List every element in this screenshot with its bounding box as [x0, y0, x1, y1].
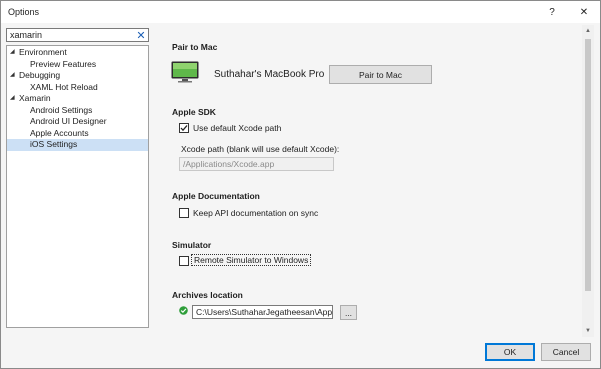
- tree-node-debugging[interactable]: ◢ Debugging: [7, 70, 148, 82]
- window-title: Options: [8, 7, 40, 17]
- tree-node-android-ui-designer[interactable]: Android UI Designer: [7, 116, 148, 128]
- checkmark-icon: [180, 125, 188, 132]
- tree-node-label: Apple Accounts: [30, 127, 89, 138]
- archives-location-heading: Archives location: [172, 290, 243, 300]
- collapse-arrow-icon[interactable]: ◢: [10, 47, 18, 59]
- options-tree: ◢ Environment Preview Features ◢ Debuggi…: [6, 45, 149, 328]
- remote-simulator-label: Remote Simulator to Windows: [190, 254, 312, 266]
- tree-node-label: Environment: [19, 47, 67, 57]
- mac-name: Suthahar's MacBook Pro: [214, 69, 325, 80]
- tree-node-label: Debugging: [19, 70, 61, 80]
- collapse-arrow-icon[interactable]: ◢: [10, 70, 18, 82]
- tree-node-ios-settings[interactable]: iOS Settings: [7, 139, 148, 151]
- archives-path-input[interactable]: C:\Users\SuthaharJegatheesan\AppData\: [192, 305, 333, 319]
- tree-node-label: XAML Hot Reload: [30, 81, 98, 92]
- tree-node-preview-features[interactable]: Preview Features: [7, 59, 148, 71]
- options-search-input[interactable]: xamarin ✕: [6, 28, 149, 42]
- title-bar: Options ? ✕: [1, 1, 600, 23]
- tree-node-label: Preview Features: [30, 58, 97, 69]
- apple-sdk-heading: Apple SDK: [172, 107, 216, 117]
- tree-node-xaml-hot-reload[interactable]: XAML Hot Reload: [7, 82, 148, 94]
- clear-search-icon[interactable]: ✕: [135, 29, 147, 42]
- cancel-button[interactable]: Cancel: [541, 343, 591, 361]
- tree-node-label: Xamarin: [19, 93, 51, 103]
- keep-api-docs-label: Keep API documentation on sync: [193, 208, 319, 218]
- tree-node-xamarin[interactable]: ◢ Xamarin: [7, 93, 148, 105]
- vertical-scrollbar[interactable]: ▲ ▼: [582, 25, 594, 337]
- close-button[interactable]: ✕: [574, 4, 594, 20]
- tree-node-android-settings[interactable]: Android Settings: [7, 105, 148, 117]
- search-value: xamarin: [10, 30, 43, 40]
- help-button[interactable]: ?: [542, 4, 562, 20]
- scroll-thumb[interactable]: [585, 39, 591, 291]
- ok-button[interactable]: OK: [485, 343, 535, 361]
- tree-node-label: Android Settings: [30, 104, 93, 115]
- tree-node-environment[interactable]: ◢ Environment: [7, 47, 148, 59]
- tree-node-label: Android UI Designer: [30, 116, 107, 126]
- simulator-heading: Simulator: [172, 240, 212, 250]
- apple-documentation-heading: Apple Documentation: [172, 191, 260, 201]
- pair-to-mac-button[interactable]: Pair to Mac: [329, 65, 432, 84]
- xcode-path-input[interactable]: /Applications/Xcode.app: [179, 157, 334, 171]
- collapse-arrow-icon[interactable]: ◢: [10, 93, 18, 105]
- options-dialog: Options ? ✕ xamarin ✕ ◢ Environment Prev…: [0, 0, 601, 369]
- browse-archives-button[interactable]: ...: [340, 305, 357, 320]
- scroll-up-icon[interactable]: ▲: [582, 25, 594, 37]
- valid-path-icon: [179, 306, 188, 317]
- mac-monitor-icon: [171, 61, 199, 85]
- use-default-xcode-label: Use default Xcode path: [193, 123, 282, 133]
- xcode-path-label: Xcode path (blank will use default Xcode…: [181, 144, 340, 154]
- scroll-down-icon[interactable]: ▼: [582, 325, 594, 337]
- keep-api-docs-checkbox[interactable]: [179, 208, 189, 218]
- remote-simulator-checkbox[interactable]: [179, 256, 189, 266]
- tree-node-apple-accounts[interactable]: Apple Accounts: [7, 128, 148, 140]
- tree-node-label: iOS Settings: [30, 139, 78, 149]
- use-default-xcode-checkbox[interactable]: [179, 123, 189, 133]
- pair-to-mac-heading: Pair to Mac: [172, 42, 218, 52]
